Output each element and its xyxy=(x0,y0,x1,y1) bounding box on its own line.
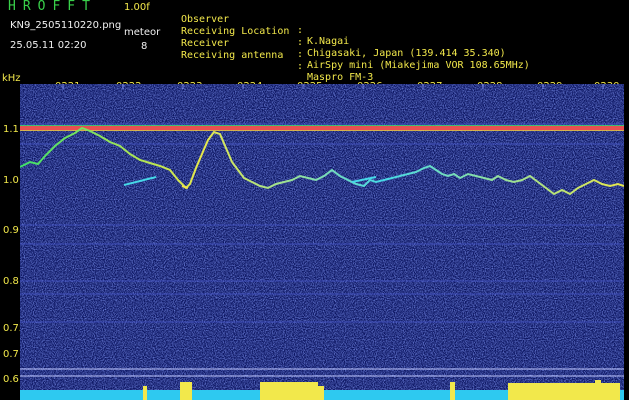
metadata-key: Receiving Location xyxy=(181,26,290,37)
filename-label: KN9_2505110220.png xyxy=(10,20,122,31)
carrier-line-edge xyxy=(20,125,624,126)
y-axis-unit: kHz xyxy=(2,73,21,84)
version-label: 1.00f xyxy=(124,2,150,13)
metadata-value: K.Nagai xyxy=(307,36,350,47)
y-tick-label: 1.0 xyxy=(3,175,19,186)
metadata-colon: : xyxy=(297,37,304,48)
y-tick-label: 0.6 xyxy=(3,374,19,385)
meteor-count: 8 xyxy=(141,41,148,52)
spectrogram xyxy=(20,84,624,400)
metadata-key: Receiving antenna xyxy=(181,50,284,61)
y-tick-label: 0.8 xyxy=(3,276,19,287)
app-title: HROFFT xyxy=(8,0,97,14)
metadata-colon: : xyxy=(297,61,304,72)
metadata-row-antenna: Receiving antenna : Maspro FM-3 xyxy=(181,39,373,83)
metadata-value: AirSpy mini (Miakejima VOR 108.65MHz) xyxy=(307,60,530,71)
y-tick-label: 0.9 xyxy=(3,225,19,236)
y-tick-label: 0.7 xyxy=(3,349,19,360)
datetime-label: 25.05.11 02:20 xyxy=(10,40,87,51)
metadata-value: Chigasaki, Japan (139.414 35.340) xyxy=(307,48,506,59)
noise-texture xyxy=(20,84,624,400)
metadata-colon: : xyxy=(297,49,304,60)
y-tick-label: 1.1 xyxy=(3,124,19,135)
carrier-line xyxy=(20,126,624,130)
carrier-line-edge xyxy=(20,130,624,131)
meteor-label: meteor xyxy=(124,27,161,38)
metadata-colon: : xyxy=(297,25,304,36)
